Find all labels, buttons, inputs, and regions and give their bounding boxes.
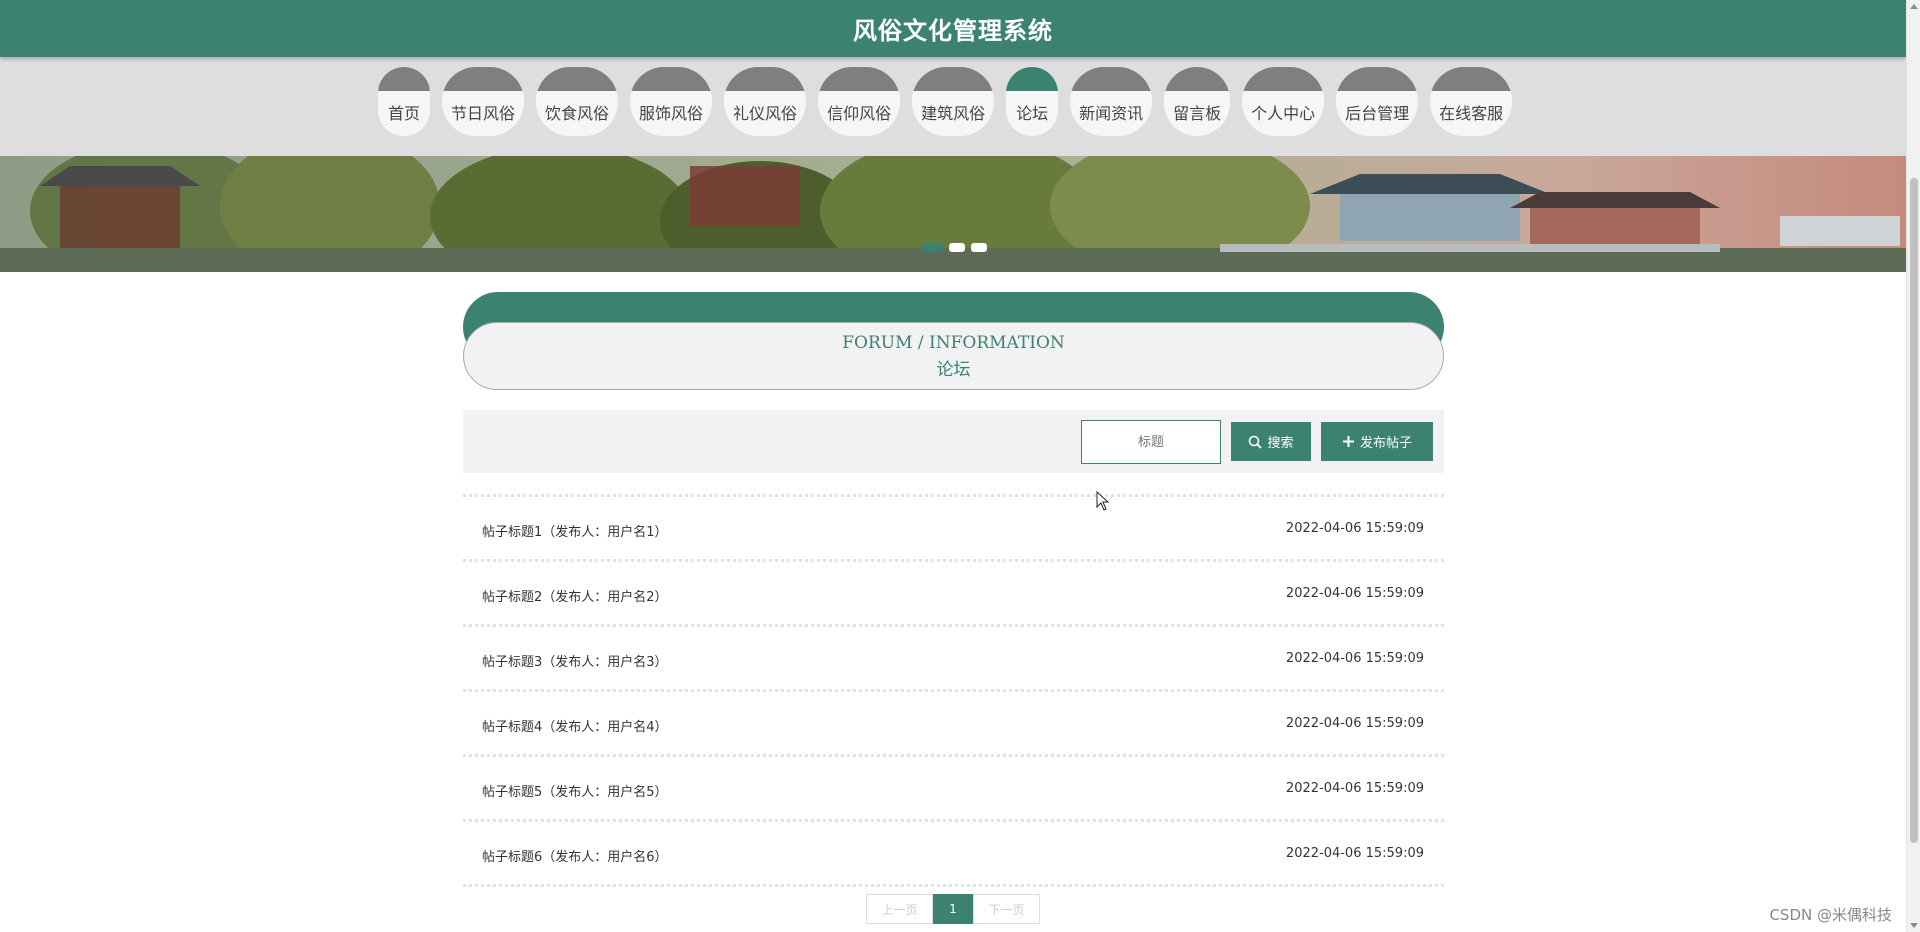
search-button-label: 搜索	[1267, 436, 1294, 451]
nav-item-10[interactable]: 留言板	[1164, 67, 1231, 136]
post-timestamp: 2022-04-06 15:59:09	[1285, 781, 1424, 796]
post-row[interactable]: 帖子标题2（发布人：用户名2） 2022-04-06 15:59:09	[463, 562, 1444, 627]
pagination: 上一页 1 下一页	[866, 894, 1040, 924]
scroll-down-icon[interactable]	[1910, 923, 1918, 928]
nav-item-label: 饮食风俗	[545, 104, 610, 123]
nav-item-13[interactable]: 在线客服	[1430, 67, 1513, 136]
post-list: 帖子标题1（发布人：用户名1） 2022-04-06 15:59:09 帖子标题2（…	[463, 494, 1444, 887]
nav-item-label: 礼仪风俗	[733, 104, 798, 123]
section-title-en: FORUM / INFORMATION	[842, 333, 1065, 353]
post-timestamp: 2022-04-06 15:59:09	[1285, 651, 1424, 666]
scrollbar-thumb[interactable]	[1910, 178, 1918, 843]
post-row[interactable]: 帖子标题1（发布人：用户名1） 2022-04-06 15:59:09	[463, 497, 1444, 562]
nav-item-label: 在线客服	[1439, 104, 1504, 123]
nav-item-3[interactable]: 饮食风俗	[536, 67, 619, 136]
post-row[interactable]: 帖子标题5（发布人：用户名5） 2022-04-06 15:59:09	[463, 757, 1444, 822]
nav-item-4[interactable]: 服饰风俗	[630, 67, 713, 136]
post-row[interactable]: 帖子标题6（发布人：用户名6） 2022-04-06 15:59:09	[463, 822, 1444, 887]
banner-carousel	[0, 156, 1906, 272]
nav-item-label: 服饰风俗	[639, 104, 704, 123]
post-title-link[interactable]: 帖子标题2（发布人：用户名2）	[482, 586, 668, 605]
section-header: FORUM / INFORMATION 论坛	[463, 292, 1444, 390]
top-header: 风俗文化管理系统	[0, 0, 1906, 57]
carousel-dot[interactable]	[921, 243, 943, 252]
nav-item-5[interactable]: 礼仪风俗	[724, 67, 807, 136]
search-bar: 搜索 发布帖子	[463, 410, 1444, 473]
nav-item-2[interactable]: 节日风俗	[442, 67, 525, 136]
nav-item-8[interactable]: 论坛	[1006, 67, 1059, 136]
title-search-input[interactable]	[1081, 420, 1221, 464]
search-icon	[1249, 435, 1263, 449]
nav-item-label: 个人中心	[1251, 104, 1316, 123]
nav-item-label: 信仰风俗	[827, 104, 892, 123]
main-nav: 首页 节日风俗 饮食风俗 服饰风俗 礼仪风俗 信仰风俗 建筑风俗 论坛 新闻资讯 留言板 个人中心 后…	[0, 57, 1906, 156]
nav-item-label: 留言板	[1173, 104, 1222, 123]
section-title-cn: 论坛	[936, 360, 971, 380]
prev-page-button[interactable]: 上一页	[866, 894, 933, 924]
post-title-link[interactable]: 帖子标题3（发布人：用户名3）	[482, 651, 668, 670]
nav-list: 首页 节日风俗 饮食风俗 服饰风俗 礼仪风俗 信仰风俗 建筑风俗 论坛 新闻资讯 留言板 个人中心 后…	[378, 67, 1513, 136]
carousel-dots	[921, 243, 987, 252]
site-title: 风俗文化管理系统	[853, 17, 1053, 45]
nav-item-label: 建筑风俗	[921, 104, 986, 123]
watermark: CSDN @米偶科技	[1769, 906, 1892, 924]
nav-item-11[interactable]: 个人中心	[1242, 67, 1325, 136]
post-timestamp: 2022-04-06 15:59:09	[1285, 521, 1424, 536]
nav-item-9[interactable]: 新闻资讯	[1070, 67, 1153, 136]
content-column: 风俗文化管理系统 首页 节日风俗 饮食风俗 服饰风俗 礼仪风俗 信仰风俗 建筑风俗 论坛 新闻资…	[0, 0, 1906, 932]
nav-item-6[interactable]: 信仰风俗	[818, 67, 901, 136]
publish-post-button[interactable]: 发布帖子	[1321, 422, 1433, 461]
nav-item-label: 节日风俗	[451, 104, 516, 123]
carousel-dot[interactable]	[949, 243, 965, 252]
search-button[interactable]: 搜索	[1231, 422, 1311, 461]
nav-item-label: 论坛	[1016, 104, 1049, 123]
post-row[interactable]: 帖子标题3（发布人：用户名3） 2022-04-06 15:59:09	[463, 627, 1444, 692]
nav-item-label: 新闻资讯	[1079, 104, 1144, 123]
banner-image	[0, 156, 1906, 272]
post-title-link[interactable]: 帖子标题1（发布人：用户名1）	[482, 521, 668, 540]
page-scrollbar[interactable]	[1906, 0, 1920, 932]
carousel-dot[interactable]	[971, 243, 987, 252]
post-timestamp: 2022-04-06 15:59:09	[1285, 846, 1424, 861]
nav-item-1[interactable]: 首页	[378, 67, 430, 136]
scroll-up-icon[interactable]	[1910, 4, 1918, 9]
page: 风俗文化管理系统 首页 节日风俗 饮食风俗 服饰风俗 礼仪风俗 信仰风俗 建筑风俗 论坛 新闻资…	[0, 0, 1920, 932]
post-row[interactable]: 帖子标题4（发布人：用户名4） 2022-04-06 15:59:09	[463, 692, 1444, 757]
nav-item-12[interactable]: 后台管理	[1336, 67, 1419, 136]
post-title-link[interactable]: 帖子标题5（发布人：用户名5）	[482, 781, 668, 800]
post-title-link[interactable]: 帖子标题4（发布人：用户名4）	[482, 716, 668, 735]
post-timestamp: 2022-04-06 15:59:09	[1285, 716, 1424, 731]
post-title-link[interactable]: 帖子标题6（发布人：用户名6）	[482, 846, 668, 865]
post-rows: 帖子标题1（发布人：用户名1） 2022-04-06 15:59:09 帖子标题2（…	[463, 497, 1444, 887]
page-number-current[interactable]: 1	[933, 894, 973, 924]
nav-item-7[interactable]: 建筑风俗	[912, 67, 995, 136]
next-page-button[interactable]: 下一页	[973, 894, 1040, 924]
publish-button-label: 发布帖子	[1359, 436, 1412, 451]
mouse-cursor-icon	[1096, 491, 1110, 511]
plus-icon	[1342, 436, 1354, 447]
post-timestamp: 2022-04-06 15:59:09	[1285, 586, 1424, 601]
section-header-pill: FORUM / INFORMATION 论坛	[463, 322, 1444, 390]
nav-item-label: 后台管理	[1345, 104, 1410, 123]
nav-item-label: 首页	[387, 104, 420, 123]
